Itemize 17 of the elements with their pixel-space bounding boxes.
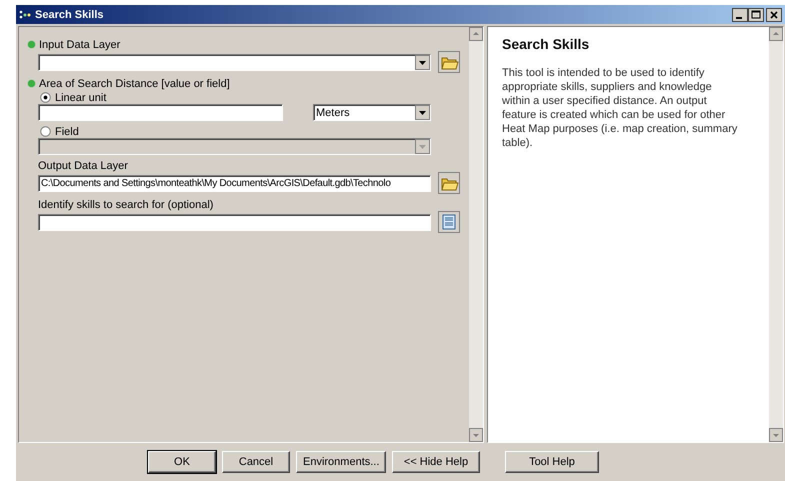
radio-label: Linear unit bbox=[55, 92, 106, 104]
help-title: Search Skills bbox=[502, 36, 590, 52]
help-text: This tool is intended to be used to identify appropriate skills, suppliers and knowledge within a user specified distance. An output feature is created which can be used for other Heat Map purposes (i.e. map creation, summary table). bbox=[502, 66, 738, 150]
dialog-button[interactable]: Environments... bbox=[296, 451, 386, 473]
parameter-label: Input Data Layer bbox=[39, 38, 120, 50]
parameter-label: Identify skills to search for (optional) bbox=[38, 198, 214, 210]
dialog-button[interactable]: Cancel bbox=[222, 451, 290, 473]
dialog-button[interactable]: OK bbox=[148, 451, 216, 473]
input-field[interactable]: C:\Documents and Settings\monteathk\My Documents\ArcGIS\Default.gdb\Technolo bbox=[38, 174, 431, 192]
tool-help-button[interactable]: Tool Help bbox=[505, 451, 599, 473]
dialog-button[interactable]: << Hide Help bbox=[392, 451, 480, 473]
unit-dropdown[interactable]: Meters bbox=[313, 104, 431, 121]
parameter-label: Output Data Layer bbox=[38, 160, 128, 172]
window-title: Search Skills bbox=[35, 8, 104, 20]
parameter-label: Area of Search Distance [value or field] bbox=[39, 78, 230, 90]
unit-value: Meters bbox=[316, 106, 350, 118]
radio-label: Field bbox=[55, 126, 79, 138]
